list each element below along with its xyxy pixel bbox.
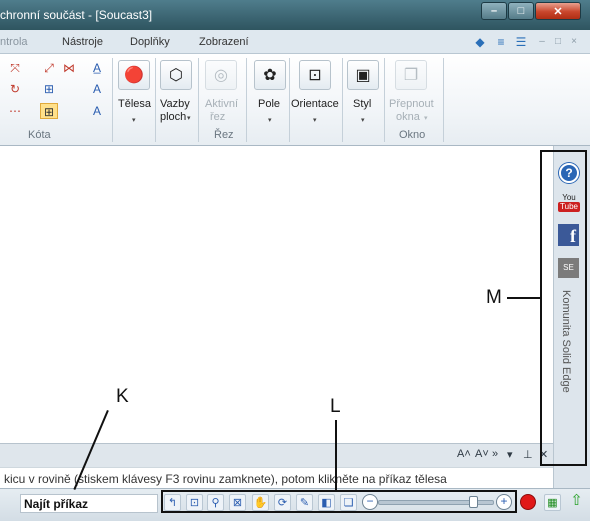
orientation-icon: ⊡ [299,60,331,90]
orientace-label: Orientace [291,98,339,110]
style-icon: ▣ [347,60,379,90]
ribbon-minimize-icon[interactable]: – [535,35,549,49]
group-label-okno: Okno [399,129,426,141]
record-button[interactable] [520,494,536,510]
find-command-field[interactable]: Najít příkaz [20,494,158,513]
angle-dimension-icon[interactable]: ⋈ [60,60,78,76]
group-separator [289,58,290,142]
group-separator [112,58,113,142]
bodies-icon: 🔴 [118,60,150,90]
tab-kontrola[interactable]: ntrola [0,36,28,48]
callout-l-line [335,420,337,492]
chevron-down-icon: ▾ [424,115,428,122]
callout-l-box [161,490,517,513]
grid-icon[interactable]: ⊞ [40,103,58,119]
sensor-icon[interactable]: ▦ [544,494,561,511]
pole-label: Pole [258,98,281,110]
pattern-icon: ✿ [254,60,286,90]
chevron-down-icon: ▾ [361,117,365,124]
vazby-label-1: Vazby [160,98,190,110]
ribbon-restore-icon[interactable]: □ [551,35,565,49]
group-separator [342,58,343,142]
minimize-button[interactable]: – [481,2,507,20]
styl-label: Styl [353,98,372,110]
coordinate-dimension-icon[interactable]: ⊞ [40,81,58,97]
arrange-icon[interactable]: ≡ [494,35,508,49]
chevron-down-icon: ▾ [268,117,272,124]
font-decrease-icon[interactable]: A˅ [475,448,489,460]
ribbon: ⤧ ⤢ ⋈ A̲ ↻ ⊞ A ⋯ ⊞ A Kóta 🔴 Tělesa ▾ ⬡ V… [0,54,590,146]
window-title: chronní součást - [Soucast3] [0,8,153,22]
styl-button[interactable]: ▣ Styl ▾ [347,60,379,124]
switch-windows-icon: ❐ [395,60,427,90]
aktivni-rez-button[interactable]: ◎ Aktivní řez [205,60,238,123]
find-command-text: Najít příkaz [24,497,89,511]
maximize-button[interactable]: □ [508,2,534,20]
group-label-kota: Kóta [28,129,51,141]
tab-zobrazeni[interactable]: Zobrazení [199,36,249,48]
distance-icon[interactable]: ⤢ [40,60,58,76]
font-size-increase-icon[interactable]: A [88,81,106,97]
prepnout-label-1: Přepnout [389,98,434,110]
live-section-icon: ◎ [205,60,237,90]
tab-doplnky[interactable]: Doplňky [130,36,170,48]
callout-l-letter: L [330,396,341,417]
symmetric-dimension-icon[interactable]: ⋯ [6,103,24,119]
graphics-window[interactable] [0,146,553,443]
layout-icon[interactable]: ◆ [473,35,487,49]
group-separator [198,58,199,142]
font-increase-icon[interactable]: A˄ [457,448,471,460]
callout-k-letter: K [116,386,129,407]
group-label-rez: Řez [214,129,234,141]
ribbon-tab-strip: ntrola Nástroje Doplňky Zobrazení ◆ ≡ ☰ … [0,30,590,54]
prepnout-label-2: okna [396,111,420,123]
group-separator [384,58,385,142]
group-separator [246,58,247,142]
chevron-down-icon: ▾ [187,115,191,122]
vazby-ploch-button[interactable]: ⬡ Vazby ploch ▾ [160,60,192,123]
callout-m-box [540,150,587,466]
windows-icon[interactable]: ☰ [514,35,528,49]
title-bar: chronní součást - [Soucast3] – □ ✕ [0,0,590,30]
pole-button[interactable]: ✿ Pole ▾ [254,60,286,124]
chevron-down-icon: ▾ [132,117,136,124]
telesa-button[interactable]: 🔴 Tělesa ▾ [118,60,151,124]
prompt-text: kicu v rovině (stiskem klávesy F3 rovinu… [4,472,447,486]
vazby-label-2: ploch [160,111,187,123]
dimension-icon[interactable]: ⤧ [6,60,24,76]
callout-m-letter: M [486,287,502,308]
collapse-icon[interactable]: ▾ [507,448,513,461]
orientace-button[interactable]: ⊡ Orientace ▾ [291,60,339,124]
chevron-down-icon: ▾ [313,117,317,124]
arc-dimension-icon[interactable]: ↻ [6,81,24,97]
close-button[interactable]: ✕ [535,2,581,20]
font-size-decrease-icon[interactable]: A [88,103,106,119]
face-relations-icon: ⬡ [160,60,192,90]
callout-m-line [507,297,540,299]
expand-icon[interactable]: » [492,448,498,460]
group-separator [155,58,156,142]
group-separator [443,58,444,142]
aktivni-label-1: Aktivní [205,98,239,110]
text-format-icon[interactable]: A̲ [88,60,106,76]
prepnout-okna-button[interactable]: ❐ Přepnout okna ▾ [389,60,434,123]
aktivni-label-2: řez [210,111,226,123]
ribbon-close-icon[interactable]: × [567,35,581,49]
pin-icon[interactable]: ⊥ [523,448,533,461]
upload-icon[interactable]: ⇧ [568,492,585,510]
tab-nastroje[interactable]: Nástroje [62,36,103,48]
telesa-label: Tělesa [118,98,152,110]
